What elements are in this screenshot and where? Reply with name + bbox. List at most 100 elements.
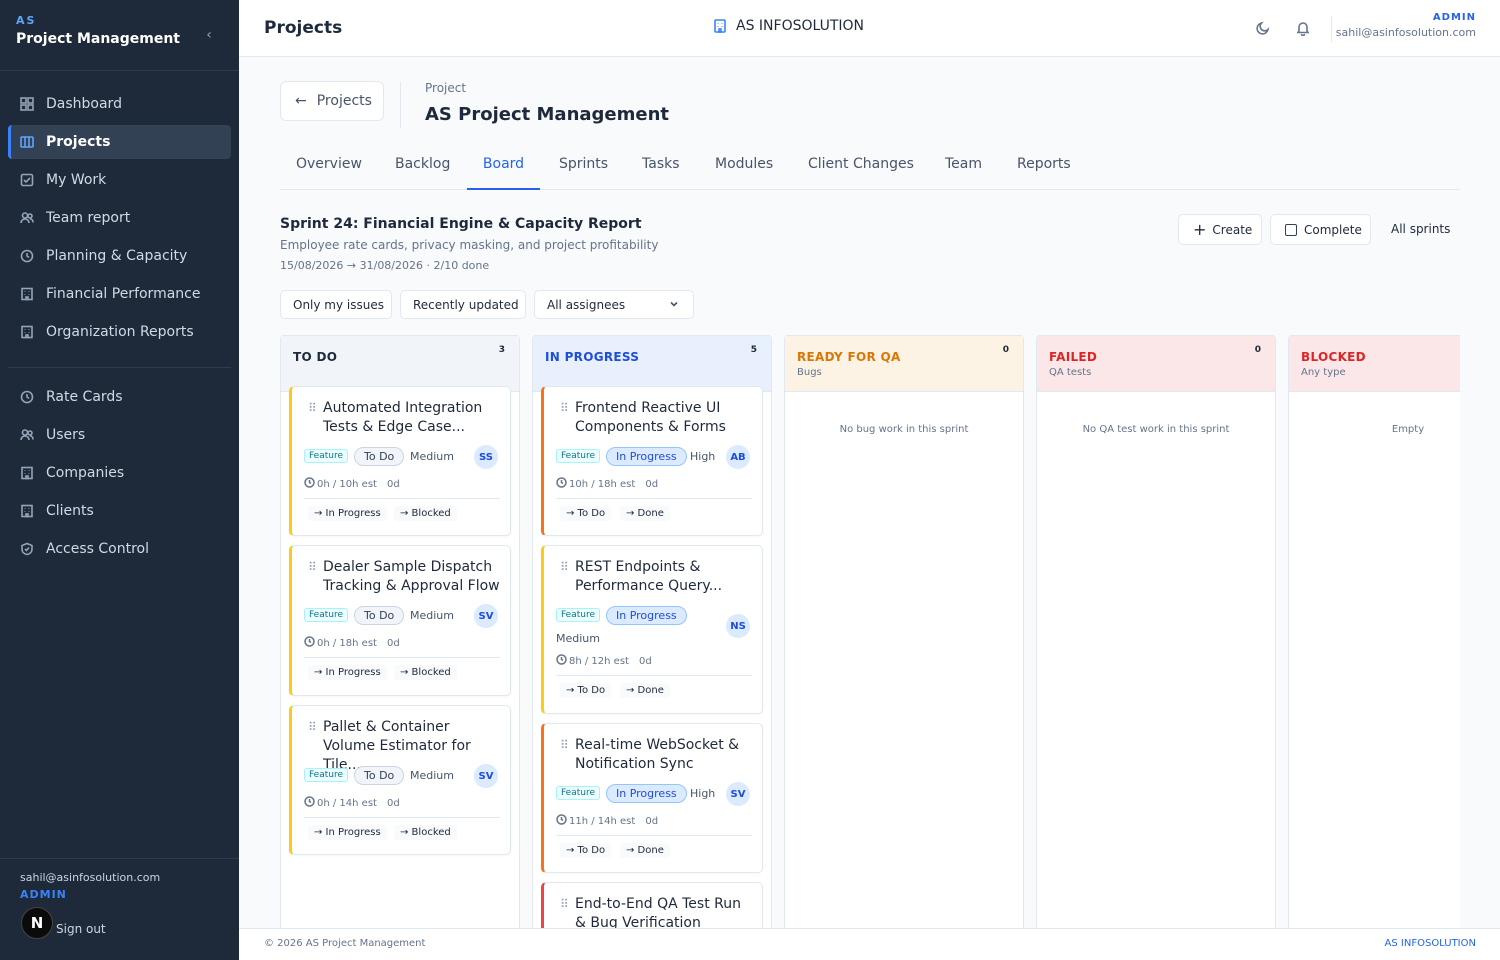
drag-handle-icon[interactable]: ⠿ <box>308 560 317 574</box>
assignee-avatar[interactable]: SV <box>474 764 498 788</box>
task-card[interactable]: ⠿ Real-time WebSocket & Notification Sync… <box>541 723 763 873</box>
brand[interactable]: AS Project Management <box>16 14 180 47</box>
header-user[interactable]: ADMIN sahil@asinfosolution.com <box>1336 12 1476 39</box>
divider <box>8 367 231 368</box>
drag-handle-icon[interactable]: ⠿ <box>560 560 569 574</box>
back-label: Projects <box>316 93 372 109</box>
sidebar-item-my-work[interactable]: My Work <box>8 163 231 197</box>
complete-sprint-button[interactable]: Complete <box>1270 214 1371 245</box>
sign-out-button[interactable]: Sign out <box>56 922 106 936</box>
back-to-projects-button[interactable]: ← Projects <box>280 81 384 121</box>
task-card[interactable]: ⠿ Automated Integration Tests & Edge Case… <box>289 386 511 536</box>
sidebar-item-access-control[interactable]: Access Control <box>8 532 231 566</box>
status-badge[interactable]: In Progress <box>606 447 687 466</box>
estimate-value: 11h / 14h est <box>569 815 636 827</box>
tab-overview[interactable]: Overview <box>296 156 362 190</box>
tab-tasks[interactable]: Tasks <box>642 156 680 190</box>
sidebar-item-users[interactable]: Users <box>8 418 231 452</box>
column-count-badge: 5 <box>750 345 757 355</box>
company-switcher[interactable]: AS INFOSOLUTION <box>712 18 864 34</box>
sidebar-nav-main: Dashboard Projects My Work Team report P… <box>8 87 231 353</box>
column-header: TO DO 3 <box>281 336 519 392</box>
all-sprints-link[interactable]: All sprints <box>1391 222 1450 236</box>
bell-icon[interactable] <box>1295 20 1311 37</box>
move-button[interactable]: → To Do <box>560 683 612 698</box>
tab-board[interactable]: Board <box>467 156 540 190</box>
time-estimate: 0h / 14h est 0d <box>304 796 400 810</box>
sidebar-item-financial[interactable]: Financial Performance <box>8 277 231 311</box>
status-badge[interactable]: In Progress <box>606 784 687 803</box>
only-my-issues-filter[interactable]: Only my issues <box>280 290 392 319</box>
divider <box>556 835 752 836</box>
column-title: TO DO <box>293 350 338 364</box>
dashboard-icon <box>20 97 34 111</box>
type-badge: Feature <box>304 608 349 622</box>
assignee-avatar[interactable]: AB <box>726 445 750 469</box>
sidebar-item-team-report[interactable]: Team report <box>8 201 231 235</box>
assignee-avatar[interactable]: SV <box>726 782 750 806</box>
sidebar-item-rate-cards[interactable]: Rate Cards <box>8 380 231 414</box>
tab-reports[interactable]: Reports <box>1017 156 1071 190</box>
estimate-value: 0h / 14h est <box>317 797 377 809</box>
assignee-select[interactable]: All assignees <box>534 290 694 319</box>
sidebar-item-dashboard[interactable]: Dashboard <box>8 87 231 121</box>
users-icon <box>20 428 34 442</box>
sidebar-item-planning[interactable]: Planning & Capacity <box>8 239 231 273</box>
drag-handle-icon[interactable]: ⠿ <box>308 401 317 415</box>
sidebar-item-companies[interactable]: Companies <box>8 456 231 490</box>
drag-handle-icon[interactable]: ⠿ <box>560 897 569 911</box>
column-empty-message: No bug work in this sprint <box>839 424 969 435</box>
tab-team[interactable]: Team <box>945 156 982 190</box>
tab-backlog[interactable]: Backlog <box>395 156 450 190</box>
recently-updated-filter[interactable]: Recently updated <box>400 290 526 319</box>
time-estimate: 8h / 12h est 0d <box>556 654 652 668</box>
sidebar-item-clients[interactable]: Clients <box>8 494 231 528</box>
task-card[interactable]: ⠿ Pallet & Container Volume Estimator for… <box>289 705 511 855</box>
assignee-avatar[interactable]: SS <box>474 445 498 469</box>
create-button[interactable]: + Create <box>1178 214 1262 245</box>
status-badge[interactable]: To Do <box>354 606 405 625</box>
tab-modules[interactable]: Modules <box>715 156 773 190</box>
move-button[interactable]: → In Progress <box>308 665 387 680</box>
move-button[interactable]: → To Do <box>560 843 612 858</box>
priority-label: Medium <box>410 769 454 782</box>
task-card[interactable]: ⠿ REST Endpoints & Performance Query... Fe… <box>541 545 763 714</box>
priority-label: Medium <box>410 609 454 622</box>
sidebar-item-projects[interactable]: Projects <box>8 125 231 159</box>
collapse-sidebar-icon[interactable]: ‹ <box>200 26 218 44</box>
status-badge[interactable]: To Do <box>354 447 405 466</box>
move-button[interactable]: → In Progress <box>308 506 387 521</box>
assignee-avatar[interactable]: NS <box>726 614 750 638</box>
task-card[interactable]: ⠿ Frontend Reactive UI Components & Forms… <box>541 386 763 536</box>
card-title: Real-time WebSocket & Notification Sync <box>575 737 740 772</box>
sidebar-item-label: Companies <box>46 465 125 481</box>
move-button[interactable]: → To Do <box>560 506 612 521</box>
status-badge[interactable]: To Do <box>354 766 405 785</box>
assignee-avatar[interactable]: SV <box>474 604 498 628</box>
tab-sprints[interactable]: Sprints <box>559 156 608 190</box>
task-card[interactable]: ⠿ End-to-End QA Test Run & Bug Verificati… <box>541 882 763 929</box>
footer-brand[interactable]: AS INFOSOLUTION <box>1385 938 1476 949</box>
sidebar-user-email: sahil@asinfosolution.com <box>20 871 161 884</box>
move-button[interactable]: → Done <box>620 843 670 858</box>
move-button[interactable]: → Blocked <box>394 825 457 840</box>
sidebar-item-org-reports[interactable]: Organization Reports <box>8 315 231 349</box>
move-button[interactable]: → Blocked <box>394 665 457 680</box>
drag-handle-icon[interactable]: ⠿ <box>560 401 569 415</box>
priority-label: Medium <box>556 632 600 645</box>
move-button[interactable]: → Done <box>620 506 670 521</box>
clock-icon <box>20 390 34 404</box>
avatar[interactable]: N <box>21 907 53 939</box>
move-button[interactable]: → Blocked <box>394 506 457 521</box>
column-count-badge: 0 <box>1002 345 1009 355</box>
status-badge[interactable]: In Progress <box>606 606 687 625</box>
move-button[interactable]: → In Progress <box>308 825 387 840</box>
divider <box>556 675 752 676</box>
drag-handle-icon[interactable]: ⠿ <box>560 738 569 752</box>
drag-handle-icon[interactable]: ⠿ <box>308 720 317 734</box>
move-button[interactable]: → Done <box>620 683 670 698</box>
task-card[interactable]: ⠿ Dealer Sample Dispatch Tracking & Appro… <box>289 545 511 696</box>
tab-client-changes[interactable]: Client Changes <box>808 156 914 190</box>
moon-icon[interactable] <box>1255 20 1271 36</box>
project-tabs: Overview Backlog Board Sprints Tasks Mod… <box>280 146 1460 190</box>
